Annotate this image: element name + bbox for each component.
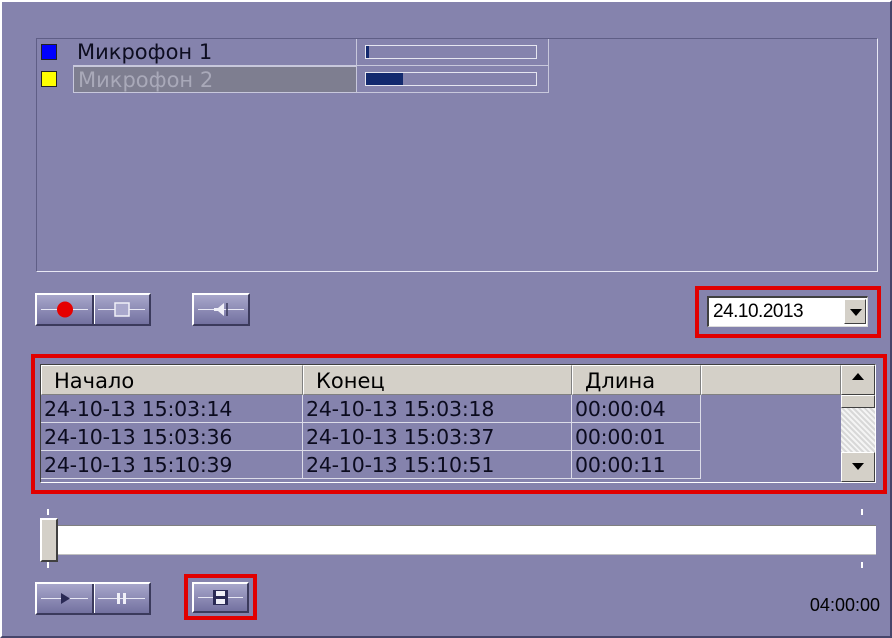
date-select[interactable]: 24.10.2013 — [707, 296, 868, 327]
stop-button[interactable] — [95, 295, 149, 324]
play-pause-group — [35, 582, 151, 615]
microphone-name: Микрофон 1 — [73, 39, 357, 66]
microphone-level-fill — [366, 73, 403, 85]
table-cell-end[interactable]: 24-10-13 15:03:18 — [303, 395, 572, 423]
table-cell-duration[interactable]: 00:00:11 — [572, 451, 701, 479]
play-button[interactable] — [37, 584, 92, 613]
microphone-level-meter — [365, 72, 537, 86]
microphone-color-swatch — [41, 71, 57, 87]
scroll-down-button[interactable] — [841, 452, 875, 482]
microphone-name: Микрофон 2 — [73, 66, 357, 93]
column-header-end[interactable]: Конец — [303, 365, 572, 395]
total-time-label: 04:00:00 — [809, 595, 880, 615]
chevron-down-icon — [852, 463, 864, 470]
audio-archive-panel: Микрофон 1 Микрофон 2 24.10.2013 Начало … — [0, 0, 892, 638]
records-table: Начало Конец Длина 24-10-13 15:03:14 24-… — [40, 364, 876, 483]
microphone-level-meter — [365, 45, 537, 59]
table-cell-start[interactable]: 24-10-13 15:03:36 — [41, 423, 303, 451]
table-cell-end[interactable]: 24-10-13 15:10:51 — [303, 451, 572, 479]
scroll-thumb[interactable] — [841, 395, 875, 408]
save-icon — [198, 590, 243, 605]
playback-timeline[interactable] — [40, 525, 876, 555]
table-scrollbar[interactable] — [841, 365, 875, 482]
pause-button[interactable] — [95, 584, 149, 613]
record-stop-group — [35, 293, 151, 326]
speaker-icon — [198, 303, 244, 316]
record-button[interactable] — [37, 295, 92, 324]
microphone-level-cell — [357, 66, 549, 93]
pause-icon — [98, 593, 145, 604]
microphone-list: Микрофон 1 Микрофон 2 — [36, 38, 878, 272]
speaker-button[interactable] — [192, 293, 250, 326]
table-cell-start[interactable]: 24-10-13 15:10:39 — [41, 451, 303, 479]
scroll-up-button[interactable] — [841, 365, 875, 395]
microphone-level-cell — [357, 39, 549, 66]
microphone-color-swatch — [41, 44, 57, 60]
chevron-down-icon — [850, 309, 862, 316]
playback-position-handle[interactable] — [40, 518, 58, 562]
microphone-level-fill — [366, 46, 369, 58]
play-icon — [41, 593, 88, 604]
date-select-value: 24.10.2013 — [713, 301, 804, 322]
record-icon — [41, 301, 88, 318]
column-header-filler — [701, 365, 841, 395]
chevron-up-icon — [852, 373, 864, 380]
date-dropdown-button[interactable] — [844, 299, 866, 324]
column-header-start[interactable]: Начало — [41, 365, 303, 395]
table-cell-start[interactable]: 24-10-13 15:03:14 — [41, 395, 303, 423]
table-cell-end[interactable]: 24-10-13 15:03:37 — [303, 423, 572, 451]
column-header-duration[interactable]: Длина — [572, 365, 701, 395]
table-cell-duration[interactable]: 00:00:04 — [572, 395, 701, 423]
table-cell-duration[interactable]: 00:00:01 — [572, 423, 701, 451]
save-button[interactable] — [192, 582, 249, 613]
stop-icon — [98, 302, 145, 317]
